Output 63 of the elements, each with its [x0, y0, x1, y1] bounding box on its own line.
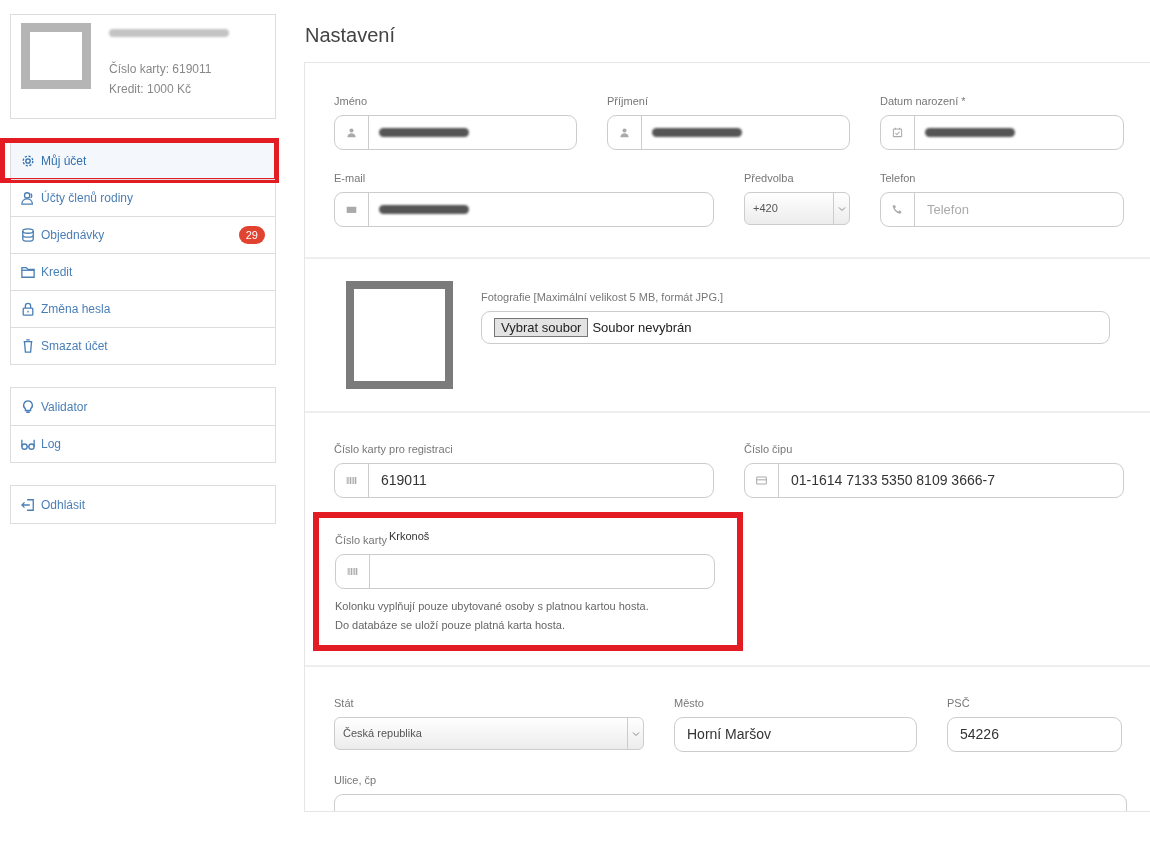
- field-label: Telefon: [880, 171, 917, 186]
- barcode-icon: [346, 475, 357, 486]
- menu-item[interactable]: Účty členů rodiny: [11, 179, 275, 216]
- input-field[interactable]: 619011: [334, 463, 714, 498]
- credit-amount: Kredit: 1000 Kč: [109, 81, 193, 98]
- field-label: Číslo karty pro registraci: [334, 442, 454, 457]
- select-field[interactable]: +420: [744, 192, 850, 225]
- menu-item[interactable]: Smazat účet: [11, 327, 275, 364]
- file-status: Soubor nevybrán: [592, 318, 692, 337]
- gear-icon: [21, 153, 35, 168]
- input-field[interactable]: [334, 192, 714, 227]
- field-label: Číslo čipu: [744, 442, 794, 457]
- user-icon: [619, 127, 630, 138]
- field-label: Město: [674, 696, 705, 711]
- field-label: Krkonoš: [388, 529, 430, 544]
- card-icon: [756, 475, 767, 486]
- users-icon: [21, 191, 35, 205]
- input-field[interactable]: [607, 115, 850, 150]
- calendar-icon: [892, 127, 903, 138]
- input-field[interactable]: [880, 115, 1124, 150]
- help-text: Kolonku vyplňují pouze ubytované osoby s platnou kartou hosta.: [335, 599, 650, 614]
- trash-icon: [21, 339, 35, 353]
- glasses-icon: [21, 437, 35, 451]
- file-input[interactable]: Vybrat soubor Soubor nevybrán: [481, 311, 1110, 344]
- input-field[interactable]: [334, 115, 577, 150]
- logout-icon: [21, 497, 35, 512]
- menu-item[interactable]: Validator: [11, 388, 275, 425]
- menu-item[interactable]: Změna hesla: [11, 290, 275, 327]
- menu-item[interactable]: Log: [11, 425, 275, 462]
- field-label: PSČ: [947, 696, 971, 711]
- avatar-placeholder: [21, 23, 91, 89]
- input-field[interactable]: [335, 554, 715, 589]
- input-field[interactable]: 01-1614 7133 5350 8109 3666-7: [744, 463, 1124, 498]
- field-label: Stát: [334, 696, 355, 711]
- menu-item[interactable]: Kredit: [11, 253, 275, 290]
- barcode-icon: [347, 566, 358, 577]
- field-label: Číslo karty: [335, 533, 387, 548]
- card-number: Číslo karty: 619011: [109, 60, 213, 78]
- database-icon: [21, 228, 35, 242]
- lightbulb-icon: [21, 399, 35, 414]
- field-label: E-mail: [334, 171, 367, 186]
- choose-file-button[interactable]: Vybrat soubor: [494, 318, 589, 337]
- chevron-down-icon: [631, 729, 640, 738]
- count-badge: 29: [238, 226, 265, 244]
- field-label: Ulice, čp: [334, 773, 378, 788]
- folder-icon: [21, 265, 35, 279]
- field-label: Datum narození *: [880, 94, 967, 109]
- input-field[interactable]: [334, 794, 1127, 811]
- user-icon: [346, 127, 357, 138]
- menu-item[interactable]: Odhlásit: [11, 486, 275, 523]
- help-text: Do databáze se uloží pouze platná karta hosta.: [335, 618, 566, 633]
- field-label: Předvolba: [744, 171, 795, 186]
- field-label: Příjmení: [607, 94, 649, 109]
- input-field[interactable]: Horní Maršov: [674, 717, 917, 752]
- menu-item[interactable]: Objednávky 29: [11, 216, 275, 253]
- input-field[interactable]: 54226: [947, 717, 1122, 752]
- lock-icon: [21, 302, 35, 316]
- field-label: Fotografie [Maximální velikost 5 MB, formát JPG.]: [481, 290, 725, 305]
- select-field[interactable]: Česká republika: [334, 717, 644, 750]
- page-title: Nastavení: [305, 23, 397, 48]
- chevron-down-icon: [837, 204, 846, 213]
- field-label: Jméno: [334, 94, 369, 109]
- phone-icon: [892, 204, 903, 215]
